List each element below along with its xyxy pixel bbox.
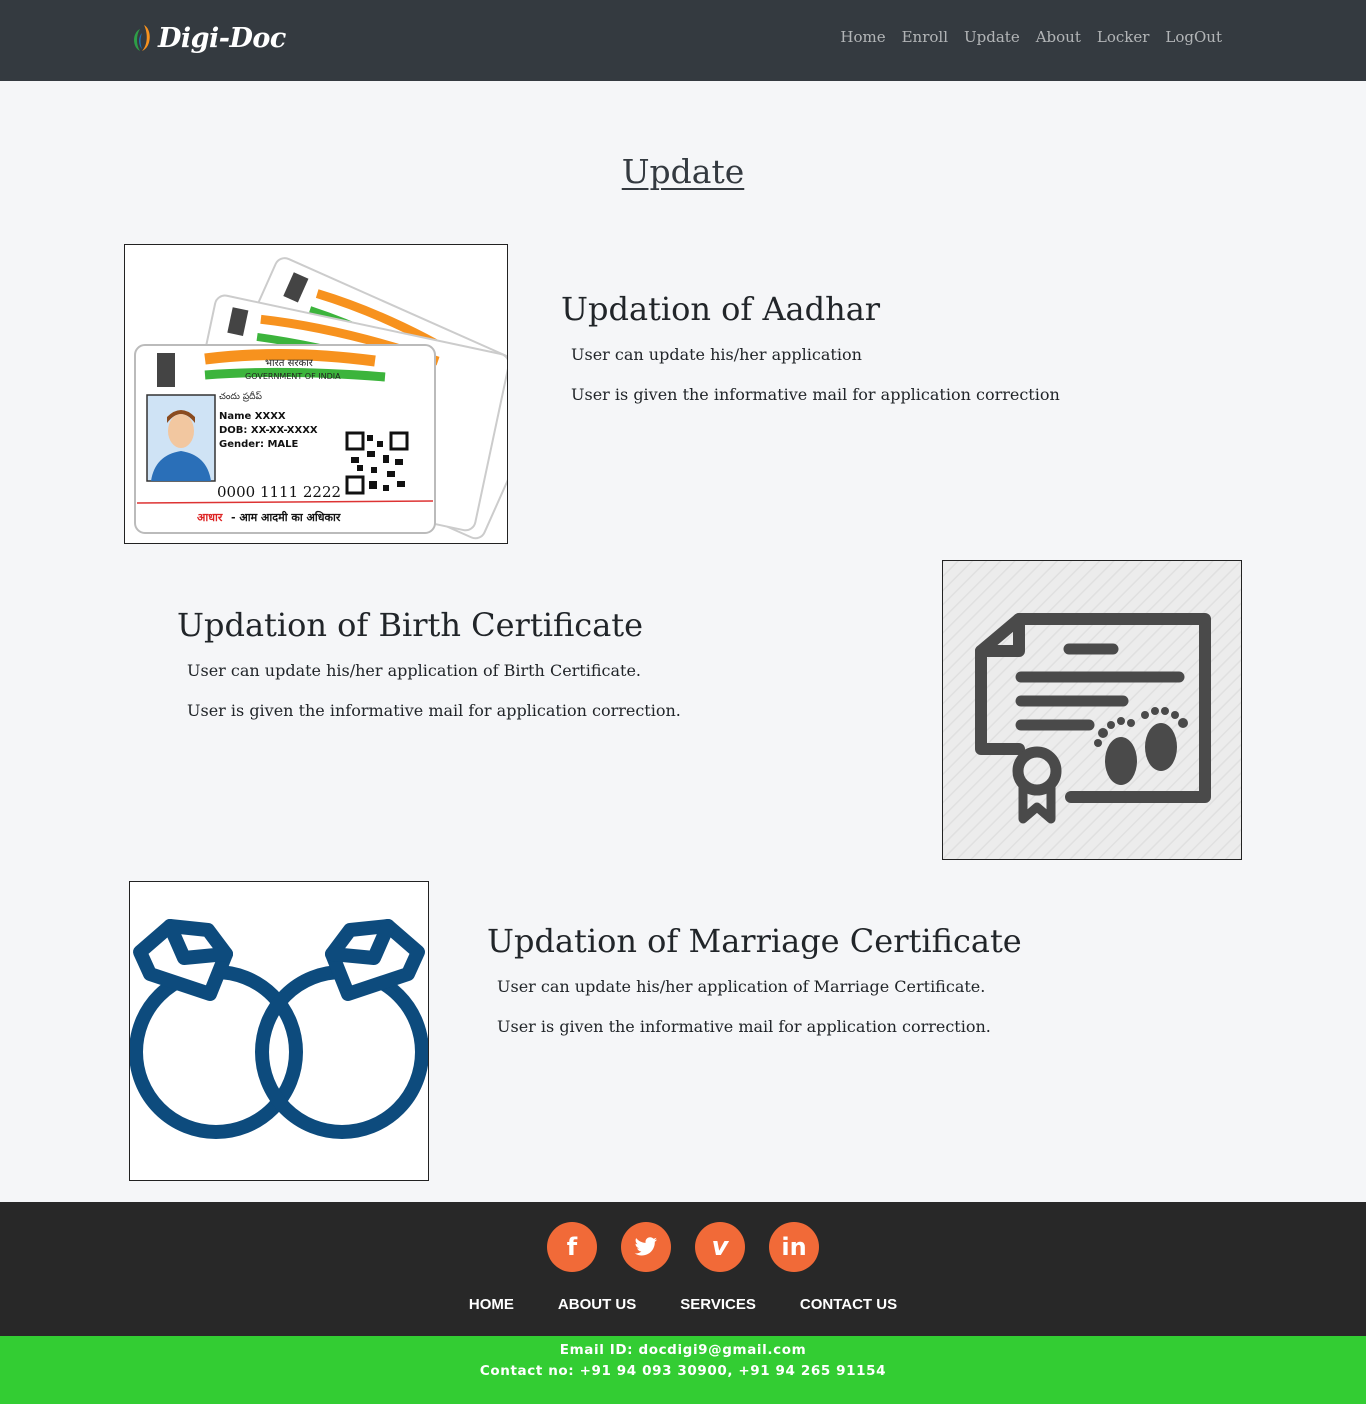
social-links: f v in [0,1222,1366,1272]
marriage-certificate-image [129,881,429,1181]
card-name: Name XXXX [219,411,286,422]
nav-locker[interactable]: Locker [1089,26,1158,48]
card-dob: DOB: XX-XX-XXXX [219,425,318,436]
aadhar-card-illustration: भारत सरकार GOVERNMENT OF INDIA చందు ప్రద… [134,257,507,540]
facebook-icon[interactable]: f [547,1222,597,1272]
vimeo-glyph: v [711,1232,729,1262]
birth-certificate-image [942,560,1242,860]
nav-menu: Home Enroll Update About Locker LogOut [832,26,1230,48]
marriage-certificate-line-1: User can update his/her application of M… [497,977,986,996]
vimeo-icon[interactable]: v [695,1222,745,1272]
birth-certificate-title: Updation of Birth Certificate [177,606,644,644]
card-header-hi: भारत सरकार [265,358,314,369]
footer: f v in HOME ABOUT US SERVICES CONTACT US [0,1202,1366,1336]
card-number: 0000 1111 2222 [217,483,341,501]
marriage-certificate-line-2: User is given the informative mail for a… [497,1017,991,1036]
footer-links: HOME ABOUT US SERVICES CONTACT US [0,1296,1366,1313]
nav-home[interactable]: Home [832,26,893,48]
aadhar-line-2: User is given the informative mail for a… [571,385,1060,404]
page-title: Update [621,152,745,191]
card-tag-rest: - आम आदमी का अधिकार [231,510,341,524]
qr-code-icon [345,431,409,495]
aadhar-title: Updation of Aadhar [561,290,881,328]
nav-logout[interactable]: LogOut [1157,26,1230,48]
contact-phone: Contact no: +91 94 093 30900, +91 94 265… [479,1363,887,1379]
navbar: Digi-Doc Home Enroll Update About Locker… [0,0,1366,81]
footer-link-contact-us[interactable]: CONTACT US [800,1296,897,1313]
footer-link-home[interactable]: HOME [469,1296,514,1313]
linkedin-glyph: in [781,1233,807,1261]
contact-bar: Email ID: docdigi9@gmail.com Contact no:… [0,1336,1366,1404]
rings-icon [130,919,428,1139]
twitter-icon[interactable] [621,1222,671,1272]
aadhar-line-1: User can update his/her application [571,345,862,364]
linkedin-icon[interactable]: in [769,1222,819,1272]
card-header-en: GOVERNMENT OF INDIA [245,372,341,381]
birth-certificate-line-1: User can update his/her application of B… [187,661,642,680]
footer-link-about-us[interactable]: ABOUT US [558,1296,636,1313]
facebook-glyph: f [566,1233,578,1261]
marriage-certificate-title: Updation of Marriage Certificate [487,922,1022,960]
brand[interactable]: Digi-Doc [128,18,286,58]
brand-logo-icon [134,25,150,51]
card-tag-red: आधार [197,511,223,524]
card-name-local: చందు ప్రదీప్ [219,391,262,402]
birth-certificate-line-2: User is given the informative mail for a… [187,701,681,720]
card-gender: Gender: MALE [219,439,299,450]
nav-about[interactable]: About [1028,26,1089,48]
nav-update[interactable]: Update [956,26,1028,48]
birth-certificate-icon [943,561,1241,859]
nav-enroll[interactable]: Enroll [894,26,956,48]
footer-link-services[interactable]: SERVICES [680,1296,756,1313]
contact-email: Email ID: docdigi9@gmail.com [559,1342,807,1358]
aadhar-image: भारत सरकार GOVERNMENT OF INDIA చందు ప్రద… [124,244,508,544]
twitter-bird-icon [634,1237,658,1256]
brand-name: Digi-Doc [158,22,286,54]
